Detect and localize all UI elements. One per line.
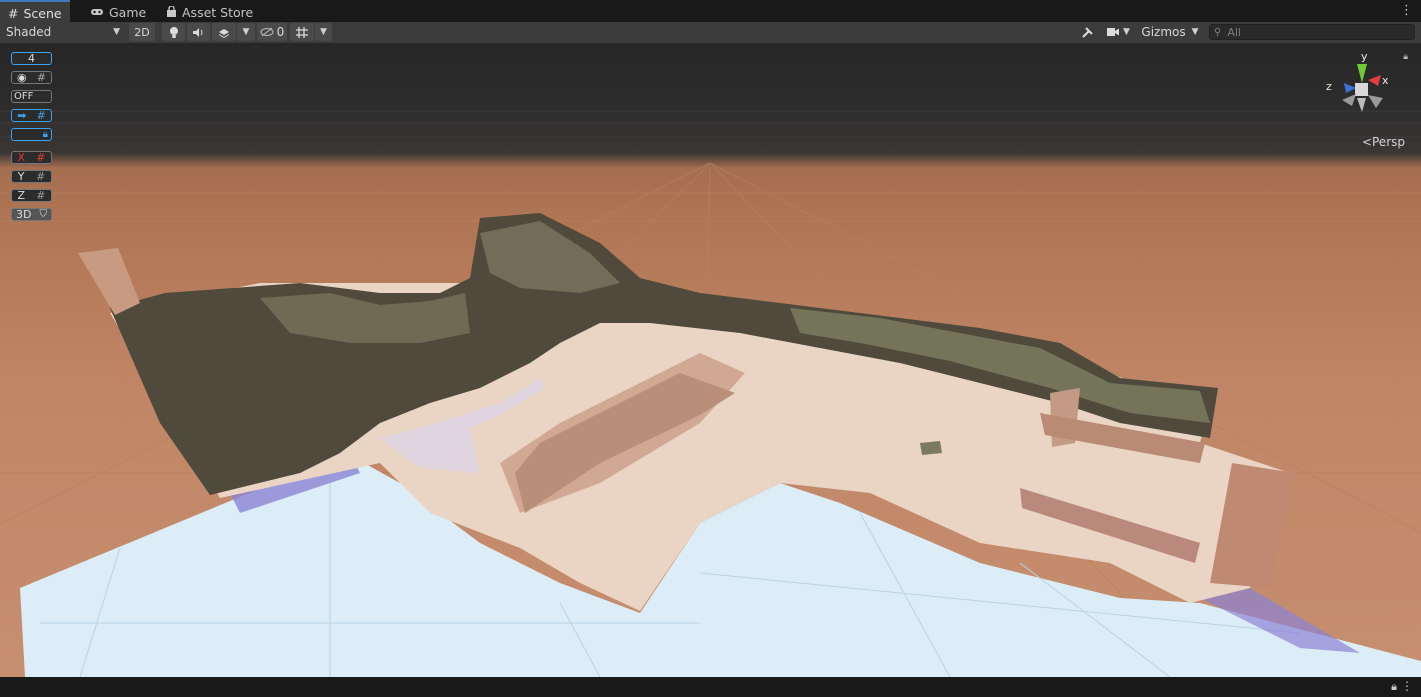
grid-icon: # — [36, 170, 46, 183]
tools-button[interactable] — [1076, 23, 1098, 41]
snap-off-label: OFF — [14, 91, 34, 102]
camera-icon — [1107, 28, 1120, 36]
lock-icon: 🔒︎ — [42, 129, 48, 140]
grid-size-value: 4 — [28, 52, 35, 65]
hierarchy-search-input[interactable]: ⚲ All — [1209, 24, 1415, 40]
grid-toggle[interactable] — [290, 23, 314, 41]
grid-visibility-toggle[interactable]: ◉ # — [11, 71, 52, 84]
axis-x-label: X — [17, 151, 26, 164]
axis-y-toggle[interactable]: Y # — [11, 170, 52, 183]
shield-icon: ⛉ — [39, 209, 47, 220]
effects-dropdown[interactable]: ▼ — [237, 23, 255, 41]
hidden-objects-count: 0 — [276, 25, 285, 39]
lighting-toggle[interactable] — [162, 23, 185, 41]
grid-icon: # — [36, 189, 46, 202]
chevron-down-icon: ▼ — [242, 27, 250, 37]
grid-icon: # — [36, 71, 46, 84]
axis-x-toggle[interactable]: X # — [11, 151, 52, 164]
projection-label: Persp — [1372, 135, 1405, 149]
search-icon: ⚲ — [1214, 26, 1222, 38]
chevron-down-icon: ▼ — [1191, 27, 1199, 37]
gizmo-lock-icon[interactable]: 🔒︎ — [1403, 52, 1408, 62]
tab-game[interactable]: Game — [82, 2, 154, 22]
toggle-3d-label: 3D — [16, 208, 32, 221]
camera-settings-dropdown[interactable]: ▼ — [1102, 23, 1134, 41]
tab-scene-label: Scene — [23, 5, 62, 21]
search-placeholder: All — [1227, 25, 1241, 39]
lock-icon[interactable]: 🔒︎ — [1391, 680, 1397, 694]
scene-render — [0, 110, 1421, 677]
gizmos-label: Gizmos — [1141, 25, 1186, 39]
tab-asset-store[interactable]: Asset Store — [158, 2, 261, 22]
chevron-left-icon: < — [1361, 135, 1372, 149]
shading-mode-label: Shaded — [6, 25, 52, 39]
gamepad-icon — [91, 9, 103, 15]
move-snap-toggle[interactable]: ➡ # — [11, 109, 52, 122]
grid-size-field[interactable]: 4 — [11, 52, 52, 65]
more-menu-icon[interactable]: ⋮ — [1401, 679, 1413, 693]
light-bulb-icon — [169, 26, 178, 38]
speaker-icon — [193, 27, 203, 37]
tab-game-label: Game — [109, 4, 147, 20]
scene-visibility-toggle[interactable]: 0 — [257, 23, 287, 41]
grid-dropdown[interactable]: ▼ — [315, 23, 332, 41]
wrench-icon — [1081, 26, 1093, 38]
grid-icon: # — [36, 109, 46, 122]
effects-toggle[interactable] — [212, 23, 236, 41]
audio-toggle[interactable] — [187, 23, 210, 41]
gizmos-dropdown[interactable]: Gizmos ▼ — [1137, 23, 1203, 41]
shopping-bag-icon — [167, 6, 176, 17]
gizmo-y-label: y — [1361, 50, 1368, 63]
tab-bar: # Scene Game Asset Store ⋮ — [0, 0, 1421, 24]
shading-mode-dropdown[interactable]: Shaded ▼ — [2, 23, 124, 41]
axis-z-toggle[interactable]: Z # — [11, 189, 52, 202]
toggle-2d-label: 2D — [134, 25, 150, 39]
projection-toggle[interactable]: <Persp — [1362, 135, 1405, 149]
arrow-right-icon: ➡ — [17, 109, 27, 122]
chevron-down-icon: ▼ — [113, 27, 120, 37]
status-bar: 🔒︎ ⋮ — [0, 677, 1421, 697]
eye-icon: ◉ — [17, 71, 27, 84]
chevron-down-icon: ▼ — [320, 27, 327, 37]
grid-icon: # — [36, 151, 46, 164]
scene-viewport[interactable]: 4 ◉ # OFF ➡ # 🔒︎ X # Y # Z # 3D ⛉ y x z — [0, 43, 1421, 677]
chevron-down-icon: ▼ — [1123, 27, 1130, 37]
toggle-2d-button[interactable]: 2D — [129, 23, 155, 41]
snap-toggle[interactable]: OFF — [11, 90, 52, 103]
tab-scene[interactable]: # Scene — [0, 0, 70, 24]
lock-snap-toggle[interactable]: 🔒︎ — [11, 128, 52, 141]
axis-y-label: Y — [17, 170, 25, 183]
axis-z-label: Z — [17, 189, 26, 202]
gizmo-x-label: x — [1382, 74, 1389, 87]
layers-effects-icon — [218, 29, 230, 38]
eye-slash-icon — [260, 27, 274, 37]
gizmo-z-label: z — [1326, 80, 1332, 93]
orientation-gizmo[interactable]: y x z — [1326, 50, 1406, 122]
toggle-3d-button[interactable]: 3D ⛉ — [11, 208, 52, 221]
tab-asset-store-label: Asset Store — [182, 4, 254, 20]
grid-icon — [296, 26, 308, 38]
scene-toolbar: Shaded ▼ 2D ▼ 0 ▼ ▼ Gizmos ▼ ⚲ All — [0, 22, 1421, 44]
more-menu-icon[interactable]: ⋮ — [1400, 3, 1413, 18]
hash-grid-icon: # — [8, 5, 19, 21]
